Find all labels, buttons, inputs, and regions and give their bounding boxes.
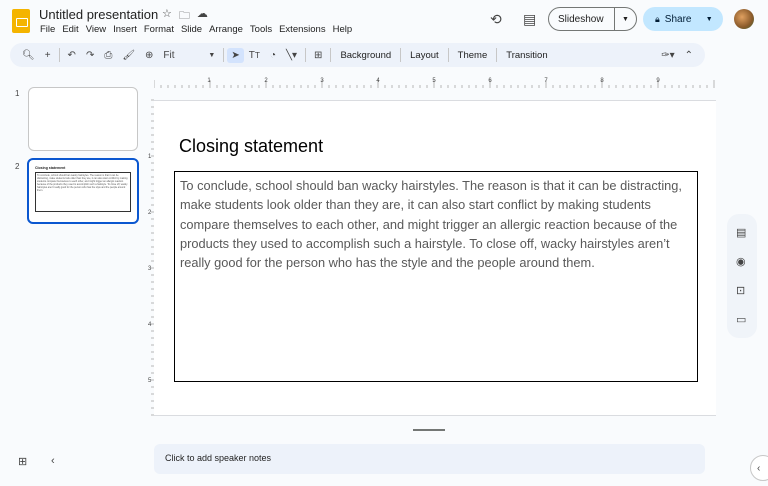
header: Untitled presentation ☆ 🗀 ☁ File Edit Vi… bbox=[0, 0, 768, 42]
menu-arrange[interactable]: Arrange bbox=[209, 24, 243, 35]
print-icon[interactable]: ⎙ bbox=[99, 50, 117, 61]
menu-insert[interactable]: Insert bbox=[113, 24, 137, 35]
toolbar: 🔍︎ + ↶ ↷ ⎙ 🖌︎ ⊕ Fit ▼ ➤ TT ◔ ╲▾ ⊞ Backgr… bbox=[10, 43, 705, 67]
slide-number: 2 bbox=[15, 162, 20, 171]
layout-button[interactable]: Layout bbox=[404, 50, 445, 61]
chevron-down-icon[interactable]: ▼ bbox=[706, 16, 713, 23]
keep-icon[interactable]: ▤ bbox=[736, 226, 746, 239]
ruler-label: 7 bbox=[544, 78, 548, 84]
divider bbox=[58, 48, 60, 62]
chevron-left-icon: ‹ bbox=[757, 462, 761, 474]
slide-title[interactable]: Closing statement bbox=[179, 136, 323, 157]
slides-logo-icon[interactable] bbox=[12, 9, 30, 33]
divider bbox=[447, 48, 449, 62]
chevron-left-icon[interactable]: ‹ bbox=[51, 455, 55, 467]
redo-icon[interactable]: ↷ bbox=[81, 50, 99, 61]
undo-icon[interactable]: ↶ bbox=[63, 50, 81, 61]
menu-edit[interactable]: Edit bbox=[62, 24, 78, 35]
divider bbox=[330, 48, 332, 62]
speaker-notes[interactable]: Click to add speaker notes bbox=[154, 444, 705, 474]
ruler-label: 5 bbox=[432, 78, 436, 84]
menu-bar: File Edit View Insert Format Slide Arran… bbox=[40, 24, 352, 35]
menu-help[interactable]: Help bbox=[333, 24, 353, 35]
side-panel: ▤ ◉ ⊡ ▭ bbox=[727, 214, 757, 338]
ruler-label: 6 bbox=[488, 78, 492, 84]
menu-file[interactable]: File bbox=[40, 24, 55, 35]
ruler-label: 3 bbox=[320, 78, 324, 84]
comment-add-icon[interactable]: ⊞ bbox=[309, 50, 327, 61]
lock-icon: 🔒︎ bbox=[655, 13, 660, 24]
select-cursor-icon[interactable]: ➤ bbox=[227, 47, 244, 63]
ruler-label: 4 bbox=[148, 322, 152, 328]
ruler-label: 2 bbox=[264, 78, 268, 84]
grid-view-icon[interactable]: ⊞ bbox=[18, 455, 27, 468]
thumbnail-body: To conclude, school should ban wacky hai… bbox=[35, 172, 131, 212]
maps-icon[interactable]: ▭ bbox=[736, 313, 746, 326]
theme-button[interactable]: Theme bbox=[452, 50, 494, 61]
slide-number: 1 bbox=[15, 89, 20, 98]
slideshow-button[interactable]: Slideshow ▼ bbox=[548, 7, 637, 31]
tasks-icon[interactable]: ◉ bbox=[736, 255, 746, 268]
share-button[interactable]: 🔒︎ Share ▼ bbox=[643, 7, 723, 31]
paint-format-icon[interactable]: 🖌︎ bbox=[117, 50, 140, 61]
zoom-icon[interactable]: ⊕ bbox=[140, 50, 158, 61]
chevron-up-icon[interactable]: ⌃ bbox=[680, 50, 705, 61]
notes-resize-handle[interactable] bbox=[413, 429, 445, 431]
text-box-icon[interactable]: TT bbox=[244, 50, 265, 61]
ruler-label: 1 bbox=[207, 78, 211, 84]
slide-body-textbox[interactable]: To conclude, school should ban wacky hai… bbox=[174, 171, 698, 382]
shape-icon[interactable]: ◔ bbox=[265, 50, 281, 61]
slideshow-label: Slideshow bbox=[558, 13, 604, 25]
ruler-label: 3 bbox=[148, 266, 152, 272]
vertical-ruler[interactable]: 1 2 3 4 5 bbox=[146, 88, 154, 416]
thumbnail-title: Closing statement bbox=[35, 166, 66, 170]
document-title[interactable]: Untitled presentation bbox=[39, 7, 158, 22]
pen-tool-icon[interactable]: ✑▾ bbox=[656, 50, 679, 61]
ruler-label: 5 bbox=[148, 378, 152, 384]
chevron-down-icon[interactable]: ▼ bbox=[203, 52, 220, 59]
menu-format[interactable]: Format bbox=[144, 24, 174, 35]
expand-side-panel-button[interactable]: ‹ bbox=[750, 455, 768, 481]
search-menus-icon[interactable]: 🔍︎ bbox=[10, 50, 40, 61]
history-icon[interactable]: ⟲ bbox=[490, 11, 502, 28]
divider bbox=[223, 48, 225, 62]
divider bbox=[305, 48, 307, 62]
comments-icon[interactable]: ▤ bbox=[523, 11, 536, 28]
divider bbox=[496, 48, 498, 62]
zoom-select[interactable]: Fit bbox=[158, 50, 203, 61]
avatar[interactable] bbox=[734, 9, 754, 29]
slide-canvas[interactable]: Closing statement To conclude, school sh… bbox=[154, 100, 716, 416]
ruler-label: 8 bbox=[600, 78, 604, 84]
divider bbox=[400, 48, 402, 62]
menu-slide[interactable]: Slide bbox=[181, 24, 202, 35]
horizontal-ruler[interactable]: 1 2 3 4 5 6 7 8 9 bbox=[154, 74, 716, 88]
background-button[interactable]: Background bbox=[334, 50, 397, 61]
line-icon[interactable]: ╲▾ bbox=[281, 50, 302, 61]
ruler-label: 4 bbox=[376, 78, 380, 84]
menu-extensions[interactable]: Extensions bbox=[279, 24, 325, 35]
slide-thumbnail-2[interactable]: Closing statement To conclude, school sh… bbox=[27, 158, 139, 224]
menu-view[interactable]: View bbox=[86, 24, 106, 35]
ruler-label: 2 bbox=[148, 210, 152, 216]
slide-thumbnail-1[interactable] bbox=[28, 87, 138, 151]
chevron-down-icon[interactable]: ▼ bbox=[615, 16, 636, 23]
share-label: Share bbox=[664, 13, 692, 25]
transition-button[interactable]: Transition bbox=[500, 50, 553, 61]
contacts-icon[interactable]: ⊡ bbox=[736, 284, 745, 297]
ruler-label: 9 bbox=[656, 78, 660, 84]
ruler-label: 1 bbox=[148, 154, 152, 160]
new-slide-icon[interactable]: + bbox=[40, 50, 56, 61]
menu-tools[interactable]: Tools bbox=[250, 24, 272, 35]
